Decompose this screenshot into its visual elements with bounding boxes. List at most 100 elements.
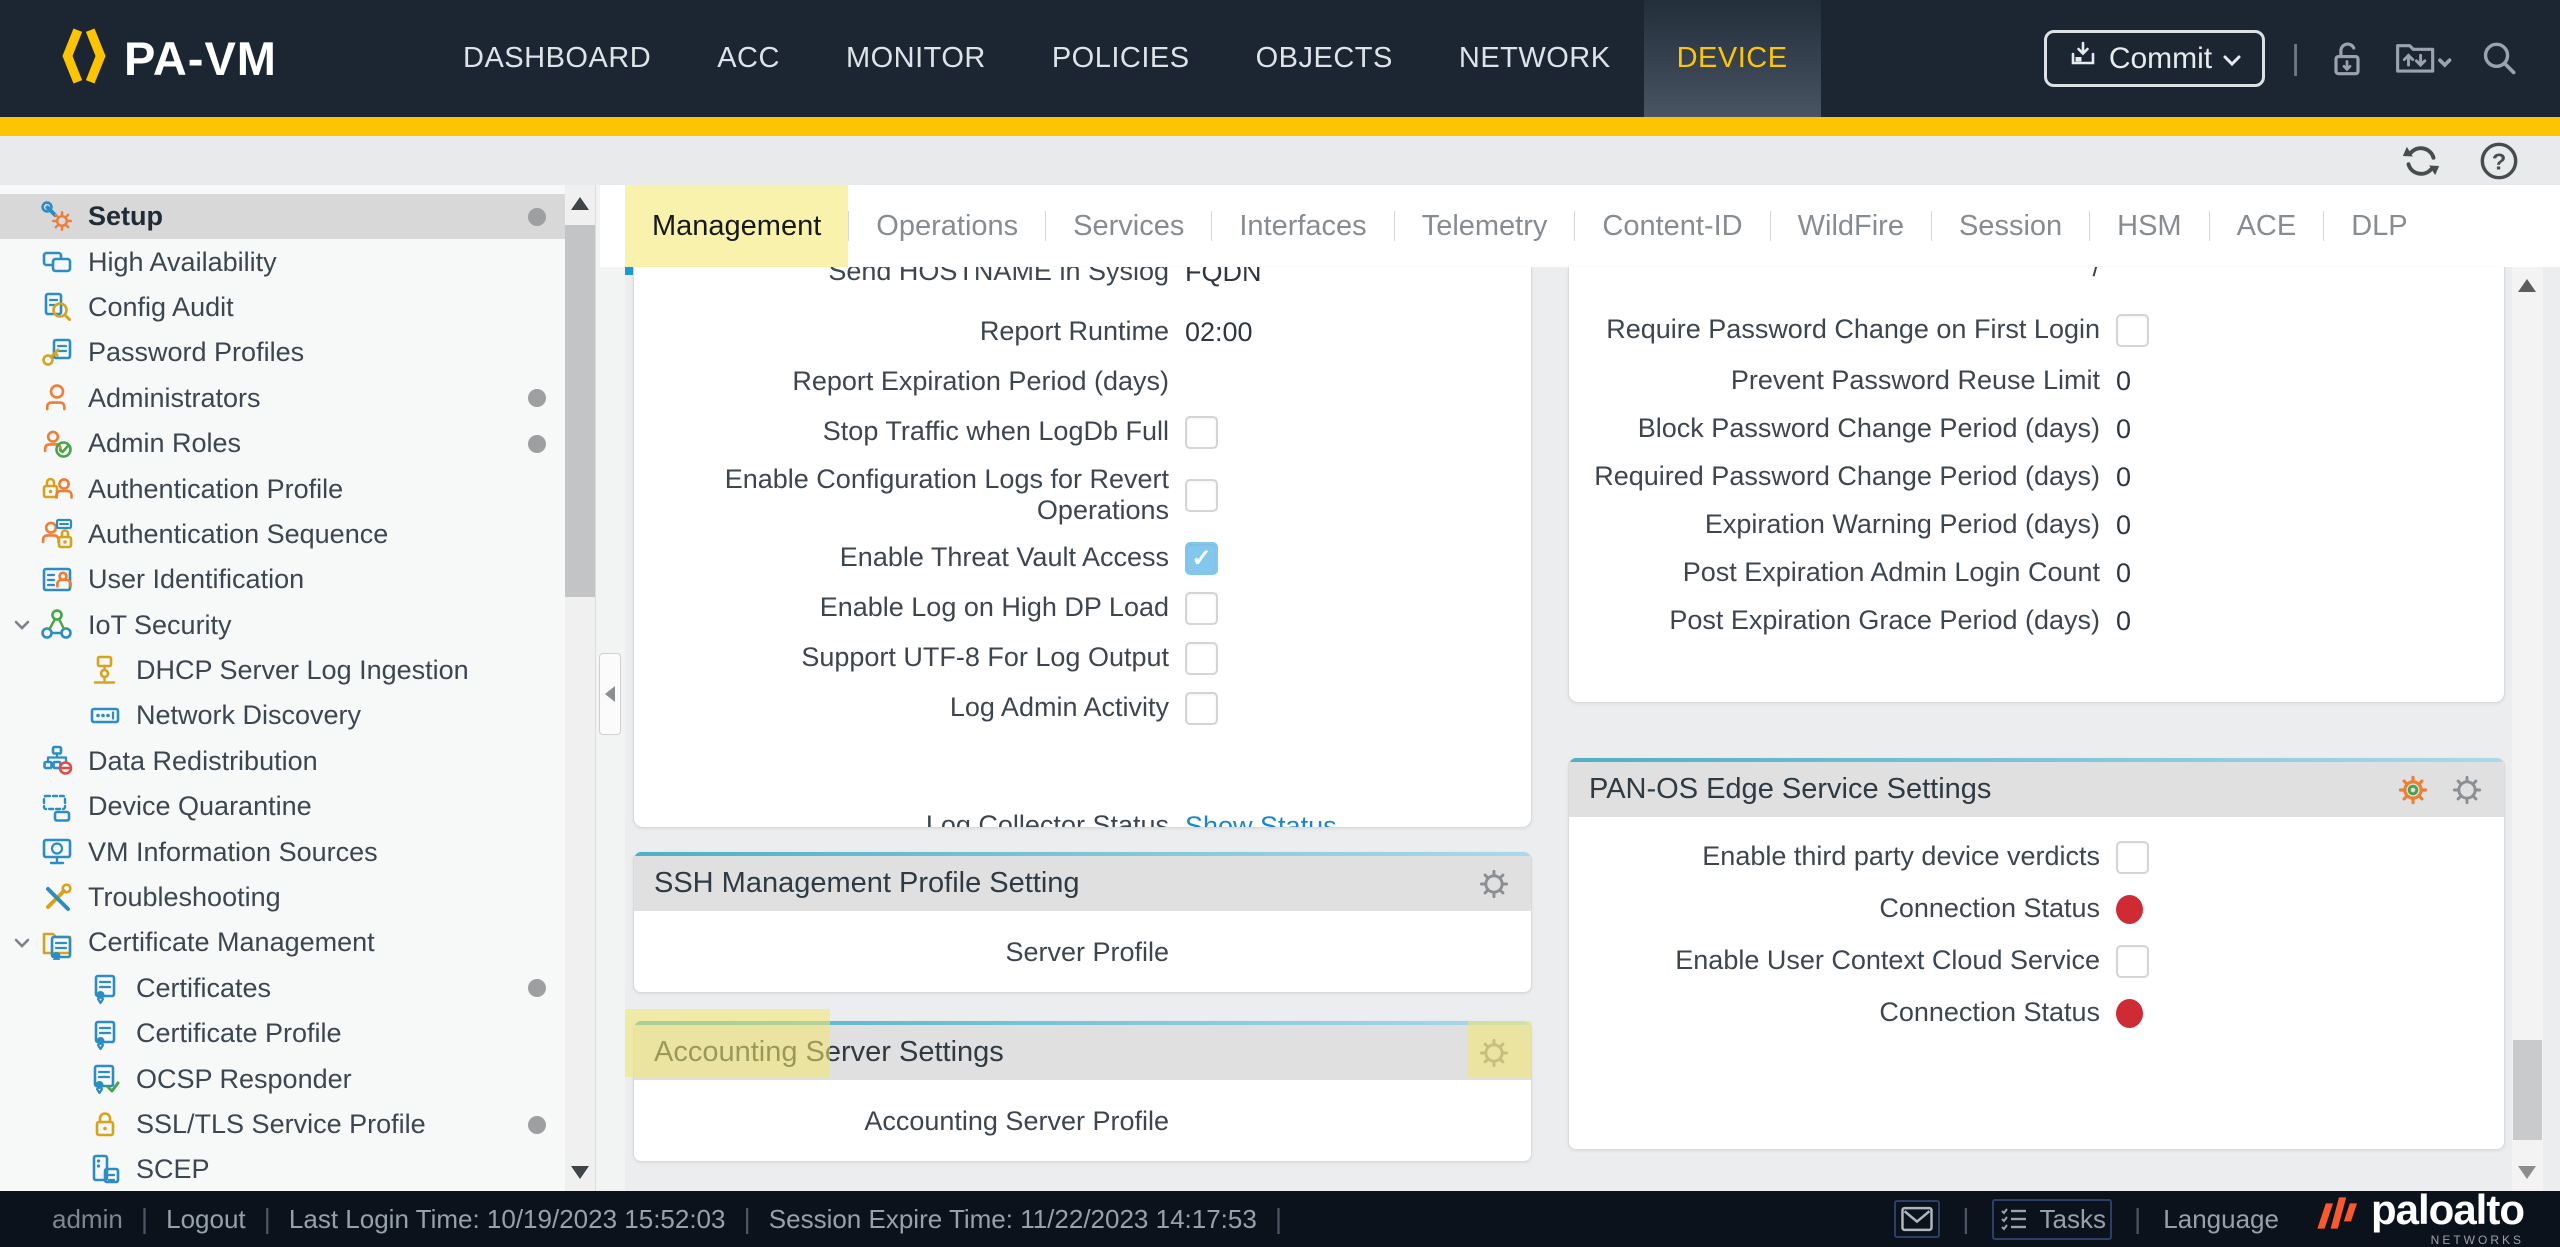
tab-management[interactable]: Management: [625, 185, 848, 267]
sidebar-item-troubleshooting[interactable]: Troubleshooting: [0, 875, 600, 920]
statusbar-logout[interactable]: Logout: [166, 1204, 246, 1235]
edge-setup-gear-icon[interactable]: [2394, 771, 2432, 809]
checkbox-support-utf-8-for-log-output[interactable]: [1185, 642, 1218, 675]
sidebar-item-certificates[interactable]: Certificates: [0, 966, 600, 1011]
tab-interfaces[interactable]: Interfaces: [1212, 185, 1393, 267]
checkbox-enable-log-on-high-dp-load[interactable]: [1185, 592, 1218, 625]
checkbox-enable-third-party-device-verdicts[interactable]: [2116, 841, 2149, 874]
sidebar-scroll-down-arrow[interactable]: [571, 1166, 589, 1179]
checkbox-enable-configuration-logs-for-revert-operations[interactable]: [1185, 479, 1218, 512]
sidebar-item-setup[interactable]: Setup: [0, 194, 600, 239]
sidebar-item-user-identification[interactable]: User Identification: [0, 557, 600, 602]
setting-control: 0: [2116, 460, 2131, 494]
commit-button[interactable]: Commit: [2044, 30, 2265, 87]
sidebar-item-ocsp-responder[interactable]: OCSP Responder: [0, 1056, 600, 1101]
help-icon[interactable]: ?: [2478, 140, 2520, 182]
content-scrollbar-thumb[interactable]: [2513, 1040, 2542, 1140]
tasks-button[interactable]: Tasks: [1992, 1199, 2112, 1240]
statusbar-last-login-time: Last Login Time: 10/19/2023 15:52:03: [289, 1204, 726, 1235]
content-scroll-down-arrow[interactable]: [2518, 1166, 2536, 1179]
tab-ace[interactable]: ACE: [2210, 185, 2324, 267]
sidebar-item-dhcp-server-log-ingestion[interactable]: DHCP Server Log Ingestion: [0, 648, 600, 693]
sidebar-collapse-handle[interactable]: [599, 653, 621, 735]
checkbox-log-admin-activity[interactable]: [1185, 692, 1218, 725]
chevron-down-icon[interactable]: [13, 618, 31, 632]
gear-icon[interactable]: [1475, 865, 1513, 903]
refresh-icon[interactable]: [2398, 140, 2444, 182]
gear-icon[interactable]: [2448, 771, 2486, 809]
checkbox-stop-traffic-when-logdb-full[interactable]: [1185, 416, 1218, 449]
tab-wildfire[interactable]: WildFire: [1771, 185, 1931, 267]
edge-service-panel: PAN-OS Edge Service Settings Enable thir…: [1568, 758, 2505, 1150]
tab-dlp[interactable]: DLP: [2324, 185, 2434, 267]
nav-item-monitor[interactable]: MONITOR: [813, 0, 1019, 117]
checkbox-enable-user-context-cloud-service[interactable]: [2116, 945, 2149, 978]
setting-value: 0: [2116, 558, 2131, 589]
nav-item-dashboard[interactable]: DASHBOARD: [430, 0, 684, 117]
sidebar-item-certificate-management[interactable]: Certificate Management: [0, 920, 600, 965]
sidebar-scrollbar[interactable]: [565, 185, 595, 1191]
sidebar-item-label: Data Redistribution: [88, 746, 318, 777]
notification-dot: [528, 208, 546, 226]
tab-hsm[interactable]: HSM: [2090, 185, 2208, 267]
sidebar-item-label: Certificate Profile: [136, 1018, 342, 1049]
setting-row-enable-threat-vault-access: Enable Threat Vault Access✓: [634, 533, 1531, 583]
sidebar-item-data-redistribution[interactable]: Data Redistribution: [0, 739, 600, 784]
search-icon[interactable]: [2478, 37, 2520, 81]
tab-services[interactable]: Services: [1046, 185, 1211, 267]
setting-control: [1185, 691, 1218, 725]
tab-operations[interactable]: Operations: [849, 185, 1045, 267]
nav-item-acc[interactable]: ACC: [684, 0, 813, 117]
sidebar-item-certificate-profile[interactable]: Certificate Profile: [0, 1011, 600, 1056]
setup-icon: [40, 200, 74, 234]
nav-item-objects[interactable]: OBJECTS: [1223, 0, 1426, 117]
sidebar-item-scep[interactable]: SCEP: [0, 1147, 600, 1191]
sidebar-scrollbar-thumb[interactable]: [565, 225, 595, 597]
pa-logo-icon: [58, 25, 110, 92]
sidebar-item-authentication-sequence[interactable]: Authentication Sequence: [0, 512, 600, 557]
sidebar-item-authentication-profile[interactable]: Authentication Profile: [0, 466, 600, 511]
content-scrollbar[interactable]: [2512, 267, 2543, 1191]
messages-envelope-icon[interactable]: [1894, 1200, 1940, 1238]
nav-item-policies[interactable]: POLICIES: [1019, 0, 1223, 117]
statusbar: admin|Logout|Last Login Time: 10/19/2023…: [0, 1191, 2560, 1247]
setting-value: 0: [2116, 462, 2131, 493]
cert-mgmt-icon: [40, 926, 74, 960]
sidebar-item-ssl-tls-service-profile[interactable]: SSL/TLS Service Profile: [0, 1102, 600, 1147]
sidebar-item-network-discovery[interactable]: Network Discovery: [0, 693, 600, 738]
config-transfer-icon[interactable]: [2394, 37, 2452, 81]
svg-text:?: ?: [2492, 148, 2506, 174]
language-button[interactable]: Language: [2163, 1204, 2279, 1235]
show-status-link[interactable]: Show Status: [1185, 811, 1337, 829]
setting-row-enable-log-on-high-dp-load: Enable Log on High DP Load: [634, 583, 1531, 633]
sidebar-item-vm-information-sources[interactable]: VM Information Sources: [0, 829, 600, 874]
sidebar-item-password-profiles[interactable]: Password Profiles: [0, 330, 600, 375]
sidebar-item-device-quarantine[interactable]: Device Quarantine: [0, 784, 600, 829]
sidebar-item-config-audit[interactable]: Config Audit: [0, 285, 600, 330]
nav-item-network[interactable]: NETWORK: [1426, 0, 1644, 117]
tab-content-id[interactable]: Content-ID: [1575, 185, 1769, 267]
sidebar-item-iot-security[interactable]: IoT Security: [0, 603, 600, 648]
nav-item-device[interactable]: DEVICE: [1644, 0, 1821, 117]
paloalto-wordmark: paloalto: [2371, 1186, 2524, 1233]
setting-row-server-profile: Server Profile: [634, 927, 1531, 979]
tab-session[interactable]: Session: [1932, 185, 2089, 267]
sidebar-item-administrators[interactable]: Administrators: [0, 376, 600, 421]
config-audit-icon: [40, 290, 74, 324]
gear-icon[interactable]: [1475, 1034, 1513, 1072]
sidebar-item-high-availability[interactable]: High Availability: [0, 239, 600, 284]
password-settings-panel: /Require Password Change on First LoginP…: [1568, 267, 2505, 703]
administrators-icon: [40, 381, 74, 415]
chevron-down-icon[interactable]: [13, 936, 31, 950]
setting-label: Accounting Server Profile: [634, 1106, 1169, 1137]
sidebar-item-admin-roles[interactable]: Admin Roles: [0, 421, 600, 466]
checkbox-require-password-change-on-first-login[interactable]: [2116, 314, 2149, 347]
sidebar-scroll-up-arrow[interactable]: [571, 197, 589, 210]
setting-control: FQDN: [1185, 267, 1262, 289]
tab-telemetry[interactable]: Telemetry: [1395, 185, 1575, 267]
checked-checkbox-enable-threat-vault-access[interactable]: ✓: [1185, 542, 1218, 575]
lock-icon[interactable]: [2326, 37, 2368, 81]
content-scroll-up-arrow[interactable]: [2518, 279, 2536, 292]
statusbar-right: | Tasks | Language paloaltoNETWORKS: [1894, 1191, 2560, 1247]
sidebar-splitter: [595, 185, 625, 1191]
